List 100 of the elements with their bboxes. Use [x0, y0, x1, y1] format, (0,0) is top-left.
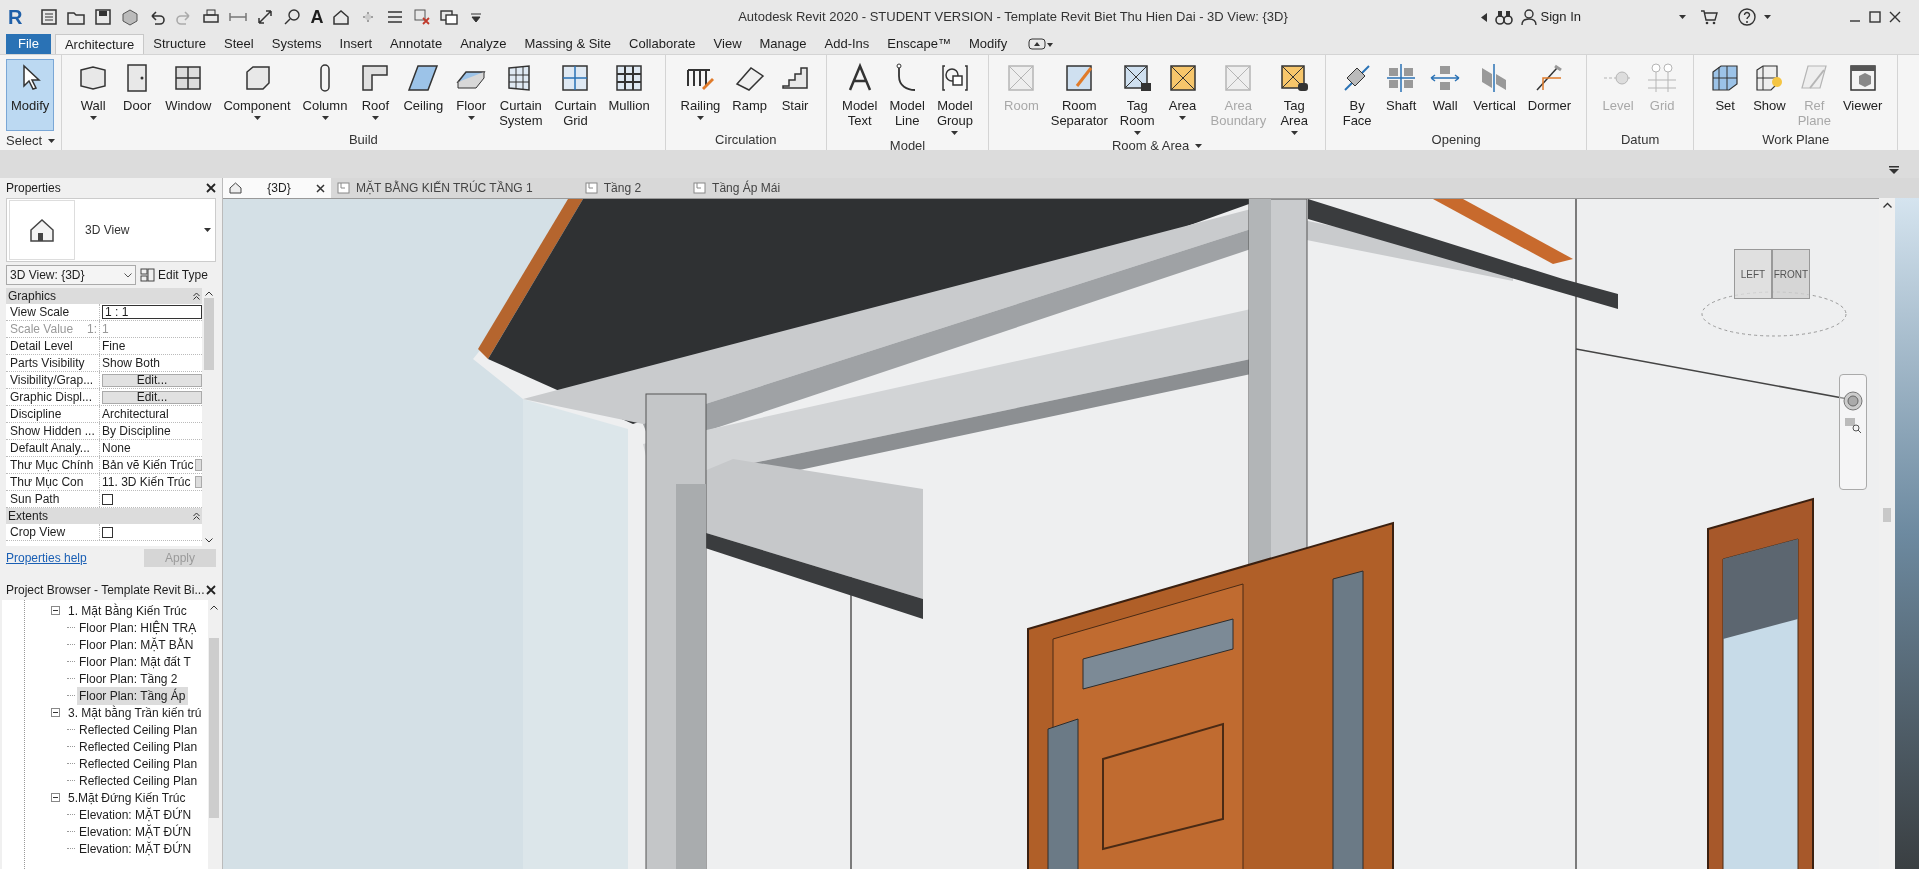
- document-tab[interactable]: {3D}: [223, 178, 331, 198]
- navigation-bar[interactable]: [1839, 374, 1867, 490]
- edit-button[interactable]: Edit...: [102, 390, 202, 404]
- undo-icon[interactable]: [148, 8, 167, 26]
- caret-left-icon[interactable]: [1480, 12, 1487, 22]
- close-icon[interactable]: [1889, 11, 1901, 23]
- panel-toggle-icon[interactable]: [1028, 38, 1055, 50]
- tool-button[interactable]: Model Text: [837, 59, 883, 136]
- collapse-icon[interactable]: [193, 292, 200, 300]
- ribbon-tab[interactable]: Systems: [262, 34, 331, 54]
- save-icon[interactable]: [94, 8, 113, 26]
- dropdown-caret-icon[interactable]: [204, 228, 211, 232]
- tool-button[interactable]: Window: [160, 59, 217, 130]
- scroll-down-icon[interactable]: [205, 538, 213, 543]
- zoom-icon[interactable]: [1844, 417, 1862, 433]
- ribbon-tab[interactable]: Analyze: [451, 34, 516, 54]
- dropdown-caret-icon[interactable]: [1679, 15, 1686, 19]
- tool-button[interactable]: Model Line: [884, 59, 930, 136]
- ribbon-tab[interactable]: Collaborate: [620, 34, 705, 54]
- tool-button[interactable]: Ramp: [727, 59, 773, 130]
- cube-icon[interactable]: [121, 8, 140, 26]
- ribbon-tab[interactable]: Architecture: [54, 34, 145, 54]
- tool-button[interactable]: Stair: [774, 59, 817, 130]
- tool-button[interactable]: Shaft: [1380, 59, 1423, 130]
- tool-button[interactable]: Wall: [72, 59, 115, 130]
- tool-button[interactable]: Show: [1748, 59, 1791, 130]
- scroll-up-icon[interactable]: [210, 605, 218, 610]
- panel-menu-caret-icon[interactable]: [1195, 143, 1203, 148]
- close-icon[interactable]: [206, 183, 216, 193]
- ribbon-tab[interactable]: Manage: [750, 34, 816, 54]
- close-hidden-icon[interactable]: [413, 8, 432, 26]
- tree-item[interactable]: Floor Plan: HIỆN TRẠ: [77, 618, 199, 637]
- tool-button[interactable]: Viewer: [1837, 59, 1888, 130]
- close-icon[interactable]: [206, 585, 216, 595]
- switch-windows-icon[interactable]: [440, 8, 459, 26]
- tool-button[interactable]: Wall: [1424, 59, 1467, 130]
- text-tool-icon[interactable]: A: [310, 8, 324, 26]
- thin-lines-icon[interactable]: [386, 8, 405, 26]
- scroll-up-icon[interactable]: [1882, 202, 1892, 208]
- checkbox[interactable]: [102, 493, 113, 505]
- tool-button[interactable]: By Face: [1336, 59, 1379, 130]
- document-tab[interactable]: Tầng Áp Mái: [687, 178, 787, 198]
- binoculars-icon[interactable]: [1494, 9, 1513, 25]
- house-icon[interactable]: [332, 8, 351, 26]
- input-field[interactable]: 1 : 1: [102, 305, 202, 319]
- tool-button[interactable]: Roof: [354, 59, 397, 130]
- collapse-icon[interactable]: [51, 606, 60, 615]
- tool-button[interactable]: Model Group: [931, 59, 979, 136]
- ribbon-tab[interactable]: Structure: [144, 34, 216, 54]
- view-selector-dropdown[interactable]: 3D View: {3D}: [6, 265, 136, 285]
- tree-item[interactable]: Elevation: MẶT ĐỨN: [77, 805, 194, 824]
- tool-button[interactable]: Curtain Grid: [549, 59, 602, 130]
- tree-item[interactable]: 1. Mặt Bằng Kiến Trúc: [68, 601, 187, 620]
- tree-item[interactable]: Floor Plan: MẶT BẰN: [77, 635, 196, 654]
- print-icon[interactable]: [202, 8, 221, 26]
- tool-button[interactable]: Set: [1704, 59, 1747, 130]
- tool-button[interactable]: Ceiling: [398, 59, 449, 130]
- tree-item[interactable]: Reflected Ceiling Plan: [77, 771, 200, 790]
- ribbon-tab[interactable]: Annotate: [381, 34, 452, 54]
- tree-item[interactable]: Elevation: MẶT ĐỨN: [77, 839, 194, 858]
- ribbon-tab[interactable]: File: [6, 34, 51, 54]
- tool-button[interactable]: Door: [116, 59, 159, 130]
- edit-button[interactable]: Edit...: [102, 373, 202, 387]
- tree-item[interactable]: Floor Plan: Mặt đất T: [77, 652, 193, 671]
- ribbon-tab[interactable]: Modify: [959, 34, 1017, 54]
- tree-item[interactable]: Reflected Ceiling Plan: [77, 737, 200, 756]
- app-logo[interactable]: R: [8, 7, 23, 27]
- tool-button[interactable]: Railing: [675, 59, 726, 130]
- cart-icon[interactable]: [1700, 9, 1718, 25]
- tree-item[interactable]: Elevation: MẶT ĐỨN: [77, 822, 194, 841]
- ribbon-tab[interactable]: Steel: [215, 34, 263, 54]
- tool-button[interactable]: Modify: [6, 59, 55, 131]
- ribbon-tab[interactable]: Enscape™: [878, 34, 960, 54]
- document-tab[interactable]: Tầng 2: [578, 178, 648, 198]
- tool-button[interactable]: Room Separator: [1045, 59, 1113, 136]
- scrollbar-thumb[interactable]: [1883, 508, 1891, 522]
- sign-in-button[interactable]: Sign In: [1520, 7, 1581, 27]
- viewcube-face[interactable]: FRONT: [1772, 249, 1810, 299]
- properties-help-link[interactable]: Properties help: [6, 549, 87, 567]
- tree-item[interactable]: 5.Mặt Đứng Kiến Trúc: [68, 788, 186, 807]
- tool-button[interactable]: Vertical: [1468, 59, 1521, 130]
- tree-item[interactable]: Floor Plan: Tầng 2: [77, 669, 180, 688]
- collapse-icon[interactable]: [51, 793, 60, 802]
- close-icon[interactable]: [316, 183, 325, 193]
- dropdown-caret-icon[interactable]: [1764, 15, 1771, 19]
- ribbon-menu-icon[interactable]: [1889, 166, 1899, 174]
- tool-button[interactable]: Mullion: [603, 59, 655, 130]
- scrollbar-thumb[interactable]: [209, 638, 219, 818]
- collapse-icon[interactable]: [51, 708, 60, 717]
- tool-button[interactable]: Area: [1161, 59, 1204, 136]
- edit-type-button[interactable]: Edit Type: [140, 266, 208, 284]
- tool-button[interactable]: Tag Area: [1273, 59, 1316, 136]
- tool-button[interactable]: Floor: [450, 59, 493, 130]
- viewcube-face[interactable]: LEFT: [1734, 249, 1772, 299]
- scroll-up-icon[interactable]: [205, 291, 213, 296]
- diagonal-arrow-icon[interactable]: [256, 8, 275, 26]
- ribbon-tab[interactable]: Massing & Site: [515, 34, 621, 54]
- maximize-icon[interactable]: [1869, 11, 1881, 23]
- tool-button[interactable]: Column: [297, 59, 353, 130]
- tool-button[interactable]: Curtain System: [494, 59, 548, 130]
